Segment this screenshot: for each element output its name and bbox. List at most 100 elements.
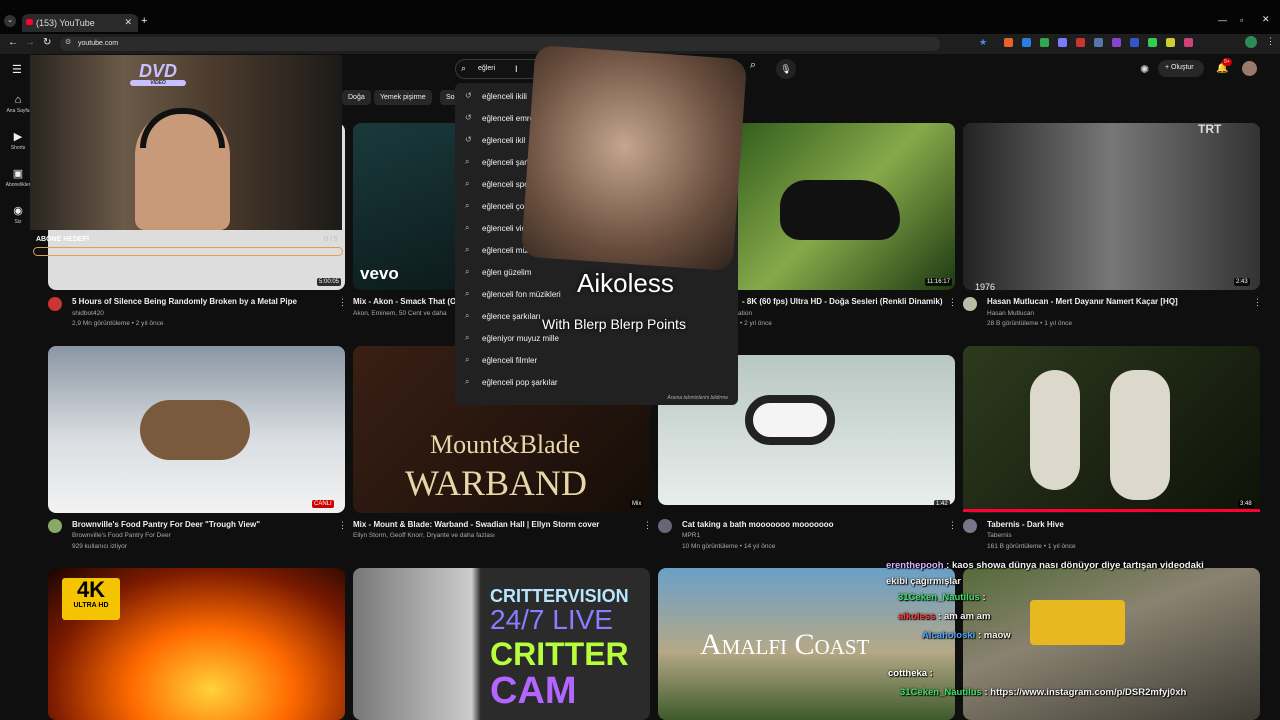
close-window-button[interactable]: ✕ bbox=[1262, 14, 1270, 25]
video-duration: 5:00:05 bbox=[317, 278, 342, 286]
video-menu-icon[interactable]: ⋮ bbox=[643, 520, 652, 531]
suggestion-item[interactable]: eğlen güzelim bbox=[482, 268, 531, 277]
dvd-logo: DVD VIDEO bbox=[130, 62, 186, 86]
site-info-icon[interactable]: ⚙ bbox=[65, 38, 71, 46]
suggestion-item[interactable]: eğlenceli spor bbox=[482, 180, 531, 189]
channel-avatar[interactable] bbox=[48, 519, 62, 533]
video-title[interactable]: Mix - Mount & Blade: Warband - Swadian H… bbox=[353, 520, 599, 529]
profile-icon[interactable] bbox=[1245, 36, 1257, 48]
history-icon: ↺ bbox=[465, 113, 472, 122]
channel-name[interactable]: shidbot420 bbox=[72, 310, 104, 317]
extension-icon[interactable] bbox=[1166, 38, 1175, 47]
vevo-logo: vevo bbox=[360, 264, 399, 283]
search-input-icon: ⌕ bbox=[461, 63, 467, 73]
chat-message: cottheka : bbox=[888, 668, 933, 679]
video-duration: 3:48 bbox=[1238, 500, 1254, 508]
video-title[interactable]: Cat taking a bath mooooooo mooooooo bbox=[682, 520, 834, 529]
extension-icon[interactable] bbox=[1130, 38, 1139, 47]
extension-icon[interactable] bbox=[1076, 38, 1085, 47]
chip-nature[interactable]: Doğa bbox=[342, 90, 371, 105]
channel-avatar[interactable] bbox=[48, 297, 62, 311]
premium-icon[interactable]: ✺ bbox=[1140, 63, 1149, 76]
video-menu-icon[interactable]: ⋮ bbox=[948, 297, 957, 308]
new-tab-button[interactable]: + bbox=[141, 15, 147, 27]
back-icon[interactable]: ← bbox=[8, 37, 18, 48]
suggestion-item[interactable]: eğlenceli vid bbox=[482, 224, 526, 233]
critter-text: CAM bbox=[490, 670, 577, 712]
watch-progress-bar bbox=[963, 509, 1260, 512]
maximize-button[interactable]: ▫ bbox=[1240, 15, 1243, 25]
channel-name[interactable]: MPR1 bbox=[682, 532, 700, 539]
reload-icon[interactable]: ↻ bbox=[43, 37, 51, 48]
url-field[interactable]: youtube.com bbox=[60, 37, 940, 51]
create-button[interactable]: + Oluştur bbox=[1158, 60, 1204, 77]
chip-cooking[interactable]: Yemek pişirme bbox=[374, 90, 432, 105]
video-menu-icon[interactable]: ⋮ bbox=[948, 520, 957, 531]
channel-name[interactable]: Hasan Mutlucan bbox=[987, 310, 1034, 317]
channel-avatar[interactable] bbox=[963, 297, 977, 311]
video-meta: 28 B görüntüleme • 1 yıl önce bbox=[987, 320, 1073, 327]
chat-username: 31Ceken_Nautilus bbox=[900, 687, 982, 698]
video-menu-icon[interactable]: ⋮ bbox=[338, 520, 347, 531]
chat-username: 31Ceken_Nautilus bbox=[898, 592, 980, 603]
sidebar-label: Shorts bbox=[10, 145, 26, 151]
suggestion-item[interactable]: eğlenceli pop şarkılar bbox=[482, 378, 558, 387]
video-thumbnail[interactable] bbox=[963, 123, 1260, 290]
dvd-logo-text: DVD bbox=[138, 61, 177, 81]
suggestion-item[interactable]: eğleniyor muyuz mille bbox=[482, 334, 559, 343]
extension-icon[interactable] bbox=[1058, 38, 1067, 47]
sidebar-label: Abonelikler bbox=[5, 182, 31, 188]
channel-name[interactable]: Tabernis bbox=[987, 532, 1012, 539]
suggestion-item[interactable]: eğlenceli fon müzikleri bbox=[482, 290, 561, 299]
video-meta: 10 Mn görüntüleme • 14 yıl önce bbox=[682, 543, 776, 550]
channel-name[interactable]: Akon, Eminem, 50 Cent ve daha bbox=[353, 310, 447, 317]
channel-name[interactable]: ation bbox=[738, 310, 752, 317]
minimize-button[interactable]: — bbox=[1218, 15, 1227, 25]
extension-icon[interactable] bbox=[1112, 38, 1121, 47]
extension-icon[interactable] bbox=[1004, 38, 1013, 47]
suggestion-item[interactable]: eğlenceli ikili bbox=[482, 92, 527, 101]
video-menu-icon[interactable]: ⋮ bbox=[338, 297, 347, 308]
channel-avatar[interactable] bbox=[658, 519, 672, 533]
alert-subtitle: With Blerp Blerp Points bbox=[542, 316, 686, 332]
video-menu-icon[interactable]: ⋮ bbox=[1253, 297, 1262, 308]
video-title[interactable]: Tabernis - Dark Hive bbox=[987, 520, 1064, 529]
extension-icon[interactable] bbox=[1022, 38, 1031, 47]
close-tab-icon[interactable]: ✕ bbox=[124, 17, 132, 28]
avatar[interactable] bbox=[1242, 61, 1257, 76]
channel-name[interactable]: Brownville's Food Pantry For Deer bbox=[72, 532, 171, 539]
panther-shape bbox=[780, 180, 900, 240]
chat-username: Alcaholoski bbox=[922, 630, 976, 641]
extension-icon[interactable] bbox=[1094, 38, 1103, 47]
search-icon: ⌕ bbox=[465, 267, 470, 276]
suggestion-item[interactable]: eğlence şarkıları bbox=[482, 312, 541, 321]
video-title[interactable]: Brownville's Food Pantry For Deer "Troug… bbox=[72, 520, 260, 529]
channel-avatar[interactable] bbox=[963, 519, 977, 533]
video-title[interactable]: Hasan Mutlucan - Mert Dayanır Namert Kaç… bbox=[987, 297, 1178, 306]
channel-name[interactable]: Ellyn Storm, Geoff Knorr, Dryante ve dah… bbox=[353, 532, 495, 539]
suggestion-item[interactable]: eğlenceli emre bbox=[482, 114, 534, 123]
browser-menu-icon[interactable]: ⋮ bbox=[1266, 36, 1275, 47]
extension-icon[interactable] bbox=[1148, 38, 1157, 47]
search-icon: ⌕ bbox=[465, 377, 470, 386]
video-title[interactable]: - 8K (60 fps) Ultra HD - Doğa Sesleri (R… bbox=[742, 297, 943, 306]
video-title[interactable]: Mix - Akon - Smack That (Of bbox=[353, 297, 459, 306]
video-title[interactable]: 5 Hours of Silence Being Randomly Broken… bbox=[72, 297, 297, 306]
suggestion-item[interactable]: eğlenceli şarkı bbox=[482, 158, 533, 167]
bookmark-star-icon[interactable]: ★ bbox=[979, 37, 987, 48]
suggestion-item[interactable]: eğlenceli filmler bbox=[482, 356, 537, 365]
tab-list-button[interactable]: ⌄ bbox=[4, 15, 16, 27]
create-label: Oluştur bbox=[1171, 64, 1194, 71]
hamburger-menu-icon[interactable]: ☰ bbox=[12, 63, 22, 76]
sidebar-label: Ana Sayfa bbox=[6, 108, 30, 114]
suggestion-item[interactable]: eğlenceli ikil bbox=[482, 136, 525, 145]
extension-icon[interactable] bbox=[1184, 38, 1193, 47]
report-predictions-link[interactable]: Arama tahminlerini bildirme bbox=[667, 395, 728, 401]
search-icon: ⌕ bbox=[465, 311, 470, 320]
critter-text: 24/7 LIVE bbox=[490, 604, 613, 635]
search-icon: ⌕ bbox=[465, 223, 470, 232]
browser-tab[interactable]: (153) YouTube ✕ bbox=[22, 14, 138, 32]
voice-search-button[interactable]: 🎙 bbox=[776, 59, 796, 79]
forward-icon[interactable]: → bbox=[25, 37, 35, 48]
extension-icon[interactable] bbox=[1040, 38, 1049, 47]
